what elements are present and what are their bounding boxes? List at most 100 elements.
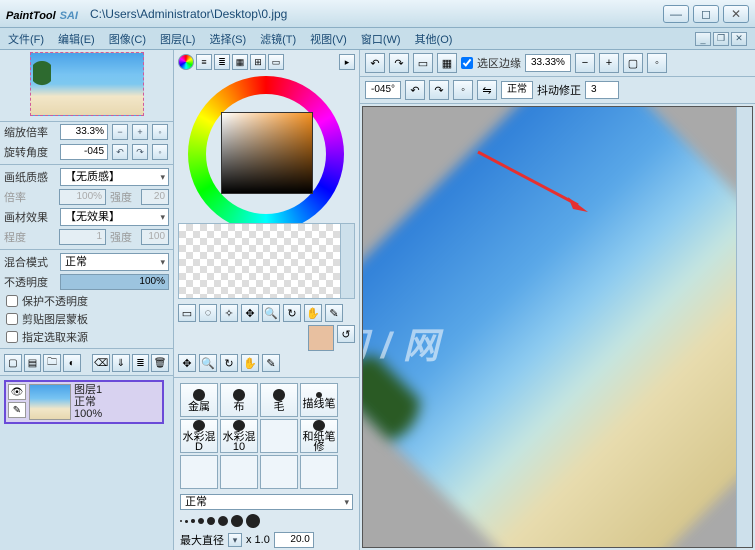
swatch-scrollbar[interactable]: [340, 224, 354, 298]
brush-mode-select[interactable]: 正常: [180, 494, 353, 510]
invert-select-button[interactable]: ▦: [437, 53, 457, 73]
canvas-zoom-in[interactable]: +: [599, 53, 619, 73]
merge-down-button[interactable]: ⇓: [112, 354, 130, 372]
brush-cloth[interactable]: 布: [220, 383, 258, 417]
brush-fur[interactable]: 毛: [260, 383, 298, 417]
max-diameter-value[interactable]: 20.0: [274, 532, 314, 548]
canvas-rotate-ccw[interactable]: ↶: [405, 80, 425, 100]
rotate-reset-button[interactable]: ◦: [152, 144, 168, 160]
brush-slot[interactable]: [180, 455, 218, 489]
menu-window[interactable]: 窗口(W): [361, 31, 401, 47]
canvas-zoom-value[interactable]: 33.33%: [525, 54, 571, 72]
blend-mode-select[interactable]: 正常: [60, 253, 169, 271]
brush-empty[interactable]: [260, 419, 298, 453]
hand-tool[interactable]: ✋: [304, 304, 322, 322]
brush-paper[interactable]: 和纸笔修: [300, 419, 338, 453]
brush-slot[interactable]: [300, 455, 338, 489]
canvas-mode[interactable]: 正常: [501, 81, 533, 99]
swatches-icon[interactable]: ⊞: [250, 54, 266, 70]
undo-button[interactable]: ↶: [365, 53, 385, 73]
zoom-tool[interactable]: 🔍: [262, 304, 280, 322]
pencil-icon[interactable]: ✎: [8, 402, 26, 418]
canvas-vscrollbar[interactable]: [736, 107, 752, 547]
doc-restore-button[interactable]: ❐: [713, 32, 729, 46]
color-wheel-icon[interactable]: [178, 54, 194, 70]
menu-edit[interactable]: 编辑(E): [58, 31, 95, 47]
size-unit-button[interactable]: ▾: [228, 533, 242, 547]
menu-layer[interactable]: 图层(L): [160, 31, 195, 47]
canvas-flip-button[interactable]: ⇋: [477, 80, 497, 100]
new-layer-button[interactable]: ▢: [4, 354, 22, 372]
canvas-rotate-cw[interactable]: ↷: [429, 80, 449, 100]
hand-tool-2[interactable]: ✋: [241, 354, 259, 372]
canvas-zoom-reset[interactable]: ◦: [647, 53, 667, 73]
eyedropper-2[interactable]: ✎: [262, 354, 280, 372]
rotate-ccw-button[interactable]: ↶: [112, 144, 128, 160]
zoom-out-button[interactable]: −: [112, 124, 128, 140]
delete-layer-button[interactable]: 🗑: [151, 354, 169, 372]
brush-watercolor-d[interactable]: 水彩混D: [180, 419, 218, 453]
move-tool-2[interactable]: ✥: [178, 354, 196, 372]
maximize-button[interactable]: ◻: [693, 5, 719, 23]
menu-image[interactable]: 图像(C): [109, 31, 146, 47]
clipping-mask-checkbox[interactable]: 剪贴图层蒙板: [0, 310, 173, 328]
canvas-rotate-reset[interactable]: ◦: [453, 80, 473, 100]
menu-filter[interactable]: 滤镜(T): [260, 31, 296, 47]
rotate-value[interactable]: -045: [60, 144, 108, 160]
menu-view[interactable]: 视图(V): [310, 31, 347, 47]
canvas[interactable]: 习 / 网: [362, 106, 753, 548]
lasso-tool[interactable]: ◌: [199, 304, 217, 322]
protect-opacity-checkbox[interactable]: 保护不透明度: [0, 292, 173, 310]
layer-mask-button[interactable]: ◐: [63, 354, 81, 372]
zoom-in-button[interactable]: +: [132, 124, 148, 140]
brush-slot[interactable]: [220, 455, 258, 489]
move-tool[interactable]: ✥: [241, 304, 259, 322]
brush-watercolor-10[interactable]: 水彩混10: [220, 419, 258, 453]
selection-edge-checkbox[interactable]: 选区边缘: [461, 55, 521, 71]
opacity-slider[interactable]: 100%: [60, 274, 169, 290]
color-history-icon[interactable]: ▸: [339, 54, 355, 70]
redo-button[interactable]: ↷: [389, 53, 409, 73]
color-swatch[interactable]: [308, 325, 334, 351]
hsv-slider-icon[interactable]: ≣: [214, 54, 230, 70]
rotate-tool[interactable]: ↻: [283, 304, 301, 322]
eye-icon[interactable]: 👁: [8, 384, 26, 400]
menu-select[interactable]: 选择(S): [209, 31, 246, 47]
minimize-button[interactable]: —: [663, 5, 689, 23]
rotate-cw-button[interactable]: ↷: [132, 144, 148, 160]
eyedropper-tool[interactable]: ✎: [325, 304, 343, 322]
rect-select-tool[interactable]: ▭: [178, 304, 196, 322]
menu-other[interactable]: 其他(O): [415, 31, 453, 47]
canvas-zoom-fit[interactable]: ▢: [623, 53, 643, 73]
brush-slot[interactable]: [260, 455, 298, 489]
new-linework-button[interactable]: ▤: [24, 354, 42, 372]
flatten-button[interactable]: ≣: [132, 354, 150, 372]
rgb-slider-icon[interactable]: ≡: [196, 54, 212, 70]
stabilizer-value[interactable]: 3: [585, 81, 619, 99]
sv-picker[interactable]: [221, 112, 313, 194]
close-button[interactable]: ✕: [723, 5, 749, 23]
layer-item[interactable]: 👁 ✎ 图层1 正常 100%: [4, 380, 164, 424]
canvas-zoom-out[interactable]: −: [575, 53, 595, 73]
new-folder-button[interactable]: 🗀: [43, 354, 61, 372]
menu-file[interactable]: 文件(F): [8, 31, 44, 47]
navigator-thumbnail[interactable]: [0, 50, 173, 122]
material-effect-select[interactable]: 【无效果】: [60, 208, 169, 226]
gray-slider-icon[interactable]: ▦: [232, 54, 248, 70]
magic-wand-tool[interactable]: ✧: [220, 304, 238, 322]
swatch-panel[interactable]: [178, 223, 355, 299]
selection-source-checkbox[interactable]: 指定选取来源: [0, 328, 173, 346]
rotate-tool-2[interactable]: ↻: [220, 354, 238, 372]
deselect-button[interactable]: ▭: [413, 53, 433, 73]
zoom-value[interactable]: 33.3%: [60, 124, 108, 140]
doc-minimize-button[interactable]: _: [695, 32, 711, 46]
scratchpad-icon[interactable]: ▭: [268, 54, 284, 70]
paper-texture-select[interactable]: 【无质感】: [60, 168, 169, 186]
doc-close-button[interactable]: ✕: [731, 32, 747, 46]
clear-layer-button[interactable]: ⌫: [92, 354, 110, 372]
zoom-tool-2[interactable]: 🔍: [199, 354, 217, 372]
brush-metal[interactable]: 金属: [180, 383, 218, 417]
swap-colors-icon[interactable]: ↺: [337, 325, 355, 343]
canvas-angle-value[interactable]: -045°: [365, 81, 401, 99]
zoom-reset-button[interactable]: ◦: [152, 124, 168, 140]
